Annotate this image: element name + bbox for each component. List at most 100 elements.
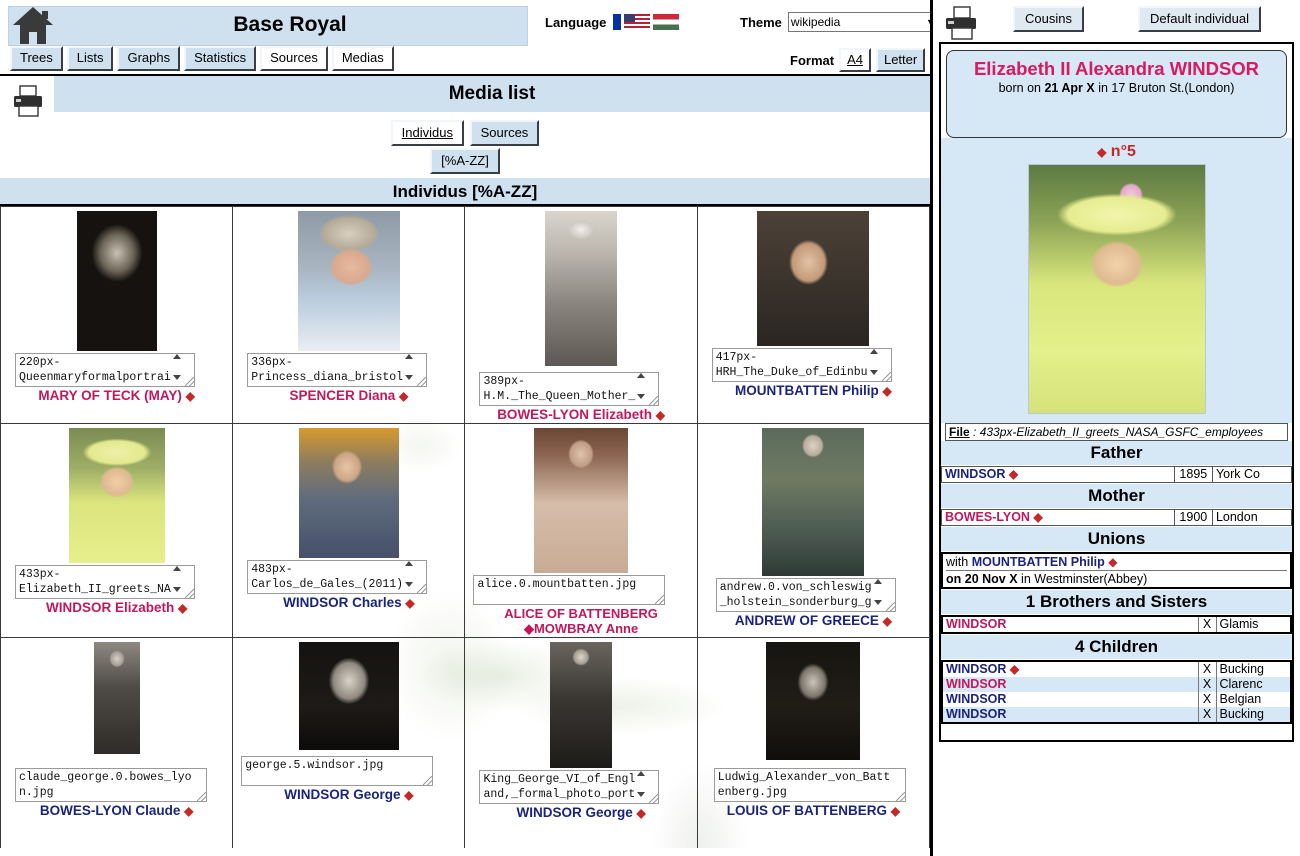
default-individual-button[interactable]: Default individual — [1138, 6, 1261, 32]
filename-textarea[interactable]: claude_george.0.bowes_lyo n.jpg — [15, 768, 207, 802]
tab-trees[interactable]: Trees — [10, 46, 63, 71]
filename-textarea[interactable]: King_George_VI_of_Engl and,_formal_photo… — [479, 770, 659, 804]
media-cell-10[interactable]: King_George_VI_of_Engl and,_formal_photo… — [465, 638, 697, 849]
media-thumbnail[interactable] — [545, 211, 617, 366]
resize-grip[interactable] — [882, 372, 891, 381]
media-thumbnail[interactable] — [298, 211, 400, 351]
spinner-control[interactable] — [872, 579, 884, 605]
person-label[interactable]: ANDREW OF GREECE ◆ — [698, 613, 929, 629]
spinner-control[interactable] — [403, 561, 415, 587]
spinner-control[interactable] — [403, 354, 415, 380]
cousins-button[interactable]: Cousins — [1013, 6, 1084, 32]
child-name-cell[interactable]: WINDSOR — [943, 707, 1198, 722]
filename-textarea[interactable]: Ludwig_Alexander_von_Batt enberg.jpg — [714, 768, 906, 802]
person-label[interactable]: LOUIS OF BATTENBERG ◆ — [698, 803, 929, 819]
media-thumbnail[interactable] — [757, 211, 869, 346]
filename-field-wrap: 483px- Carlos_de_Gales_(2011) — [247, 560, 427, 594]
resize-grip[interactable] — [197, 792, 206, 801]
flag-hungary-icon[interactable] — [653, 14, 679, 30]
tab-graphs[interactable]: Graphs — [117, 46, 180, 71]
media-cell-1[interactable]: 336px- Princess_diana_bristol SPENCER Di… — [233, 207, 465, 424]
theme-dropdown[interactable]: wikipedia ▼ — [788, 12, 930, 32]
filename-textarea[interactable]: 389px- H.M._The_Queen_Mother_ — [479, 372, 659, 406]
resize-grip[interactable] — [655, 595, 664, 604]
media-cell-4[interactable]: 433px- Elizabeth_II_greets_NA WINDSOR El… — [1, 424, 233, 638]
individual-photo[interactable] — [1028, 164, 1206, 414]
tab-medias[interactable]: Medias — [332, 46, 394, 71]
media-thumbnail[interactable] — [299, 642, 399, 750]
resize-grip[interactable] — [417, 377, 426, 386]
resize-grip[interactable] — [649, 794, 658, 803]
individual-number-line: ◆ n°5 — [941, 138, 1292, 164]
range-button-a-zz[interactable]: [%A-ZZ] — [430, 148, 500, 174]
printer-icon[interactable] — [943, 5, 981, 41]
media-thumbnail[interactable] — [69, 428, 165, 563]
filename-textarea[interactable]: alice.0.mountbatten.jpg — [473, 575, 665, 605]
child-name-cell[interactable]: WINDSOR — [943, 677, 1198, 692]
tab-sources[interactable]: Sources — [260, 46, 328, 71]
subnav-individus-button[interactable]: Individus — [391, 120, 464, 146]
page-title: Base Royal — [60, 6, 520, 44]
person-label[interactable]: WINDSOR Charles ◆ — [233, 595, 464, 611]
media-thumbnail[interactable] — [762, 428, 864, 576]
spinner-control[interactable] — [171, 354, 183, 380]
media-cell-2[interactable]: 389px- H.M._The_Queen_Mother_ BOWES-LYON… — [465, 207, 697, 424]
media-thumbnail[interactable] — [550, 642, 612, 768]
person-label[interactable]: MOUNTBATTEN Philip ◆ — [698, 383, 929, 399]
media-thumbnail[interactable] — [534, 428, 628, 573]
filename-textarea[interactable]: george.5.windsor.jpg — [241, 756, 433, 786]
flag-usa-icon[interactable] — [624, 14, 650, 30]
person-label[interactable]: ALICE OF BATTENBERG ◆MOWBRAY Anne — [465, 606, 696, 636]
spinner-control[interactable] — [868, 349, 880, 375]
spinner-control[interactable] — [171, 566, 183, 592]
spinner-control[interactable] — [635, 373, 647, 399]
person-label[interactable]: SPENCER Diana ◆ — [233, 388, 464, 404]
media-cell-11[interactable]: Ludwig_Alexander_von_Batt enberg.jpg LOU… — [697, 638, 929, 849]
filename-textarea[interactable]: 433px- Elizabeth_II_greets_NA — [15, 565, 195, 599]
media-cell-0[interactable]: 220px- Queenmaryformalportrai MARY OF TE… — [1, 207, 233, 424]
child-name-cell[interactable]: WINDSOR ◆ — [943, 662, 1198, 677]
media-cell-8[interactable]: claude_george.0.bowes_lyo n.jpg BOWES-LY… — [1, 638, 233, 849]
person-label[interactable]: WINDSOR George ◆ — [465, 805, 696, 821]
format-letter-button[interactable]: Letter — [876, 48, 925, 72]
resize-grip[interactable] — [896, 792, 905, 801]
mother-cell[interactable]: BOWES-LYON ◆ — [942, 510, 1175, 526]
media-thumbnail[interactable] — [77, 211, 157, 351]
printer-icon[interactable] — [12, 84, 46, 118]
flag-france-icon[interactable] — [613, 14, 621, 30]
media-cell-7[interactable]: andrew.0.von_schleswig _holstein_sonderb… — [697, 424, 929, 638]
sibling-name-cell[interactable]: WINDSOR — [943, 617, 1198, 632]
resize-grip[interactable] — [185, 589, 194, 598]
tab-statistics[interactable]: Statistics — [184, 46, 256, 71]
media-thumbnail[interactable] — [94, 642, 140, 754]
media-cell-9[interactable]: george.5.windsor.jpg WINDSOR George ◆ — [233, 638, 465, 849]
filename-textarea[interactable]: andrew.0.von_schleswig _holstein_sonderb… — [716, 578, 896, 612]
filename-textarea[interactable]: 483px- Carlos_de_Gales_(2011) — [247, 560, 427, 594]
resize-grip[interactable] — [886, 602, 895, 611]
person-label[interactable]: BOWES-LYON Claude ◆ — [1, 803, 232, 819]
child-name-cell[interactable]: WINDSOR — [943, 692, 1198, 707]
home-icon[interactable] — [10, 4, 56, 46]
resize-grip[interactable] — [417, 584, 426, 593]
format-a4-button[interactable]: A4 — [839, 48, 871, 72]
media-cell-6[interactable]: alice.0.mountbatten.jpg ALICE OF BATTENB… — [465, 424, 697, 638]
filename-textarea[interactable]: 220px- Queenmaryformalportrai — [15, 353, 195, 387]
person-label[interactable]: MARY OF TECK (MAY) ◆ — [1, 388, 232, 404]
filename-textarea[interactable]: 336px- Princess_diana_bristol — [247, 353, 427, 387]
resize-grip[interactable] — [423, 776, 432, 785]
media-cell-5[interactable]: 483px- Carlos_de_Gales_(2011) WINDSOR Ch… — [233, 424, 465, 638]
media-cell-3[interactable]: 417px- HRH_The_Duke_of_Edinbu MOUNTBATTE… — [697, 207, 929, 424]
resize-grip[interactable] — [649, 396, 658, 405]
union-box[interactable]: with MOUNTBATTEN Philip ◆ on 20 Nov X in… — [941, 552, 1292, 589]
subnav-sources-button[interactable]: Sources — [470, 120, 540, 146]
father-cell[interactable]: WINDSOR ◆ — [942, 467, 1175, 483]
media-thumbnail[interactable] — [299, 428, 399, 558]
media-thumbnail[interactable] — [766, 642, 860, 760]
tab-lists[interactable]: Lists — [67, 46, 114, 71]
person-label[interactable]: WINDSOR George ◆ — [233, 787, 464, 803]
person-label[interactable]: BOWES-LYON Elizabeth ◆ — [465, 407, 696, 423]
spinner-control[interactable] — [635, 771, 647, 797]
person-label[interactable]: WINDSOR Elizabeth ◆ — [1, 600, 232, 616]
resize-grip[interactable] — [185, 377, 194, 386]
filename-textarea[interactable]: 417px- HRH_The_Duke_of_Edinbu — [712, 348, 892, 382]
